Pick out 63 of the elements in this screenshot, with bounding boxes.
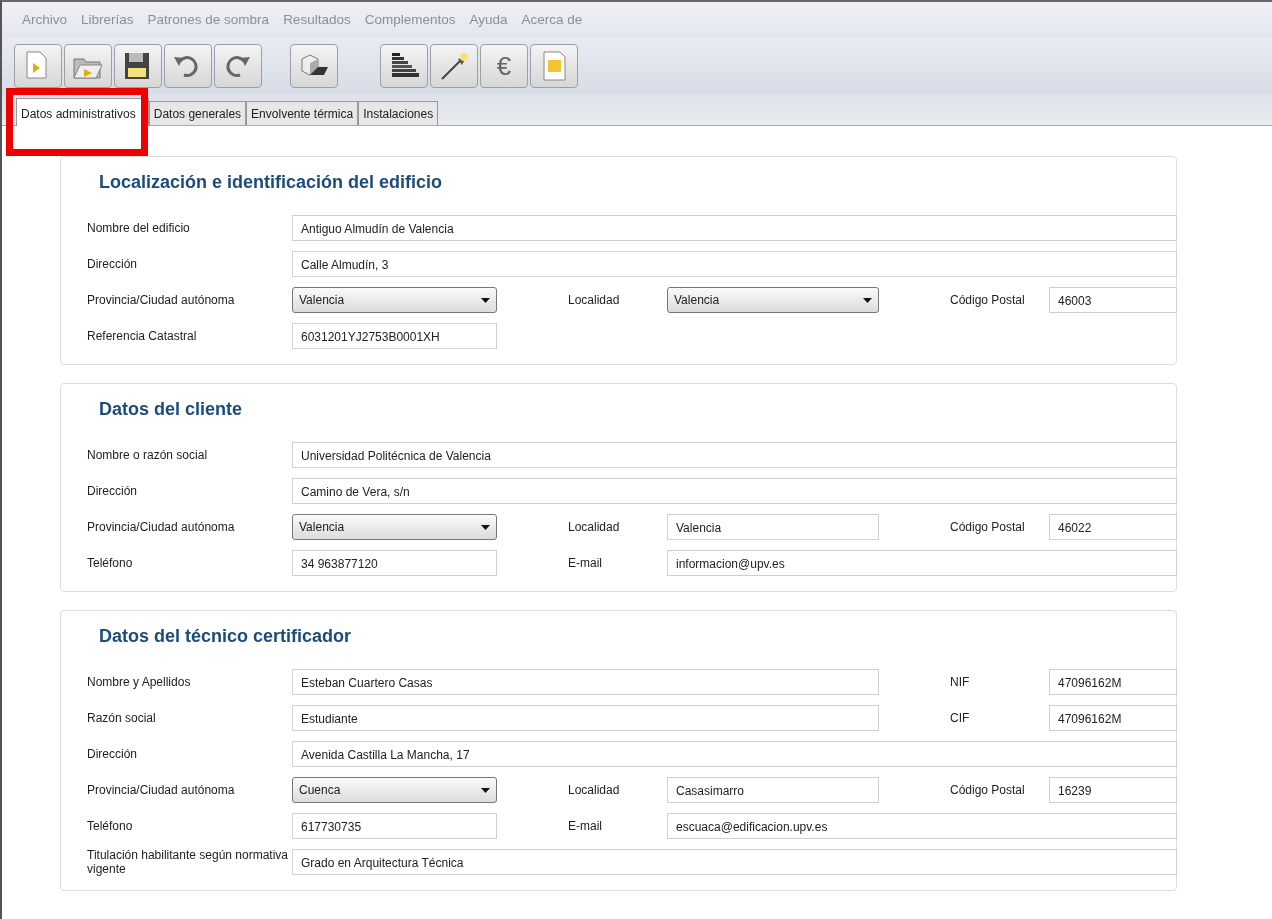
input-field[interactable]: Grado en Arquitectura Técnica bbox=[292, 849, 1177, 875]
input-field[interactable]: escuaca@edificacion.upv.es bbox=[667, 813, 1177, 839]
field-label: Dirección bbox=[87, 256, 138, 272]
input-field[interactable]: Calle Almudín, 3 bbox=[292, 251, 1177, 277]
caret-icon bbox=[481, 524, 490, 530]
field-label: E-mail bbox=[568, 818, 603, 834]
input-field[interactable]: Camino de Vera, s/n bbox=[292, 478, 1177, 504]
caret-icon bbox=[481, 787, 490, 793]
field-label: CIF bbox=[950, 710, 971, 726]
field-label: Provincia/Ciudad autónoma bbox=[87, 292, 236, 308]
field-label: Nombre o razón social bbox=[87, 447, 209, 463]
tab[interactable]: Datos generales bbox=[148, 101, 247, 125]
field-label: Dirección bbox=[87, 483, 138, 499]
field-label: Teléfono bbox=[87, 555, 134, 571]
field-label: Teléfono bbox=[87, 818, 134, 834]
field-label: Localidad bbox=[568, 292, 621, 308]
input-field[interactable]: Esteban Cuartero Casas bbox=[292, 669, 879, 695]
input-field[interactable]: 46022 bbox=[1049, 514, 1177, 540]
dropdown[interactable]: Valencia bbox=[667, 287, 879, 313]
input-field[interactable]: Avenida Castilla La Mancha, 17 bbox=[292, 741, 1177, 767]
tab[interactable]: Instalaciones bbox=[358, 101, 439, 125]
toolbar-button[interactable] bbox=[164, 44, 212, 88]
field-label: Provincia/Ciudad autónoma bbox=[87, 782, 236, 798]
field-label: Referencia Catastral bbox=[87, 328, 198, 344]
input-field[interactable]: 47096162M bbox=[1049, 669, 1177, 695]
toolbar-button[interactable]: € bbox=[480, 44, 528, 88]
caret-icon bbox=[481, 297, 490, 303]
toolbar-button[interactable] bbox=[214, 44, 262, 88]
field-label: Dirección bbox=[87, 746, 138, 762]
dropdown[interactable]: Valencia bbox=[292, 287, 497, 313]
field-label: Localidad bbox=[568, 519, 621, 535]
field-label: Código Postal bbox=[950, 782, 1026, 798]
dropdown[interactable]: Valencia bbox=[292, 514, 497, 540]
input-field[interactable]: 46003 bbox=[1049, 287, 1177, 313]
input-field[interactable]: Casasimarro bbox=[667, 777, 879, 803]
toolbar-button[interactable] bbox=[290, 44, 338, 88]
input-field[interactable]: 617730735 bbox=[292, 813, 497, 839]
field-label: Código Postal bbox=[950, 292, 1026, 308]
toolbar-button[interactable] bbox=[380, 44, 428, 88]
input-field[interactable]: 34 963877120 bbox=[292, 550, 497, 576]
field-label: Nombre del edificio bbox=[87, 220, 191, 236]
input-field[interactable]: Antiguo Almudín de Valencia bbox=[292, 215, 1177, 241]
input-field[interactable]: Universidad Politécnica de Valencia bbox=[292, 442, 1177, 468]
input-field[interactable]: 47096162M bbox=[1049, 705, 1177, 731]
field-label: NIF bbox=[950, 674, 971, 690]
field-label: Provincia/Ciudad autónoma bbox=[87, 519, 236, 535]
dropdown[interactable]: Cuenca bbox=[292, 777, 497, 803]
field-label: Nombre y Apellidos bbox=[87, 674, 192, 690]
field-label: Código Postal bbox=[950, 519, 1026, 535]
input-field[interactable]: informacion@upv.es bbox=[667, 550, 1177, 576]
field-label: Localidad bbox=[568, 782, 621, 798]
input-field[interactable]: 16239 bbox=[1049, 777, 1177, 803]
input-field[interactable]: 6031201YJ2753B0001XH bbox=[292, 323, 497, 349]
input-field[interactable]: Estudiante bbox=[292, 705, 879, 731]
input-field[interactable]: Valencia bbox=[667, 514, 879, 540]
field-label: Titulación habilitante según normativa vigente bbox=[87, 847, 289, 877]
field-label: E-mail bbox=[568, 555, 603, 571]
toolbar-button[interactable] bbox=[114, 44, 162, 88]
caret-icon bbox=[863, 297, 872, 303]
tab[interactable]: Datos administrativos bbox=[16, 98, 149, 126]
field-label: Razón social bbox=[87, 710, 157, 726]
toolbar-button[interactable] bbox=[430, 44, 478, 88]
tab[interactable]: Envolvente térmica bbox=[246, 101, 359, 125]
